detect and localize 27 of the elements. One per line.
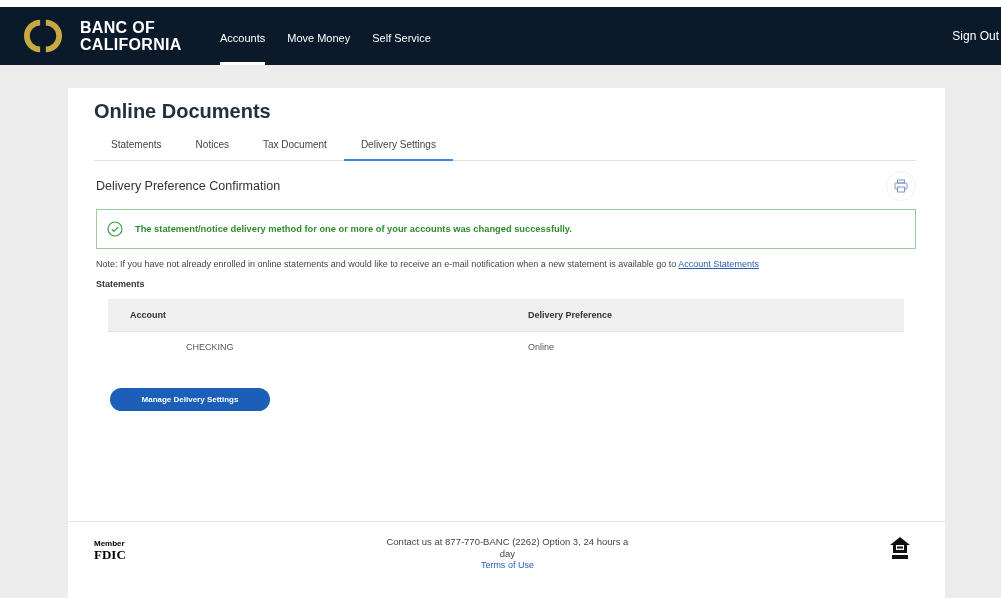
account-statements-link[interactable]: Account Statements	[678, 259, 759, 269]
section-title: Delivery Preference Confirmation	[96, 179, 281, 193]
fdic-logo: Member FDIC	[94, 540, 126, 561]
ring-logo-icon	[24, 17, 62, 55]
table-cell: CHECKING	[108, 331, 506, 361]
terms-of-use-link[interactable]: Terms of Use	[480, 560, 534, 571]
column-header: Delivery Preference	[506, 299, 904, 332]
bank-name: BANC OF CALIFORNIA	[80, 19, 183, 53]
tab[interactable]: Tax Document	[245, 136, 344, 161]
tab[interactable]: Notices	[178, 136, 246, 161]
print-button[interactable]	[886, 171, 916, 201]
sign-out-link[interactable]: Sign Out	[952, 29, 1001, 43]
manage-delivery-settings-button[interactable]: Manage Delivery Settings	[110, 388, 270, 411]
tab[interactable]: Delivery Settings	[343, 136, 453, 161]
nav-link[interactable]: Self Service	[372, 13, 431, 65]
tab[interactable]: Statements	[94, 136, 179, 161]
success-message: The statement/notice delivery method for one or more of your accounts was changed successfully.	[135, 224, 572, 234]
equal-housing-icon	[889, 536, 911, 560]
check-circle-icon	[107, 221, 123, 237]
page-title: Online Documents	[94, 100, 272, 123]
table-cell: Online	[506, 331, 904, 361]
printer-icon	[894, 179, 908, 193]
note-text: Note: If you have not already enrolled in online statements and would like to receive an e-mail notification when a new statement is available go to Account Statements	[96, 259, 760, 269]
contact-text: Contact us at 877-770-BANC (2262) Option 3, 24 hours a day	[385, 536, 630, 560]
nav-link[interactable]: Move Money	[287, 13, 351, 65]
table-title: Statements	[96, 279, 146, 289]
column-header: Account	[108, 299, 506, 332]
